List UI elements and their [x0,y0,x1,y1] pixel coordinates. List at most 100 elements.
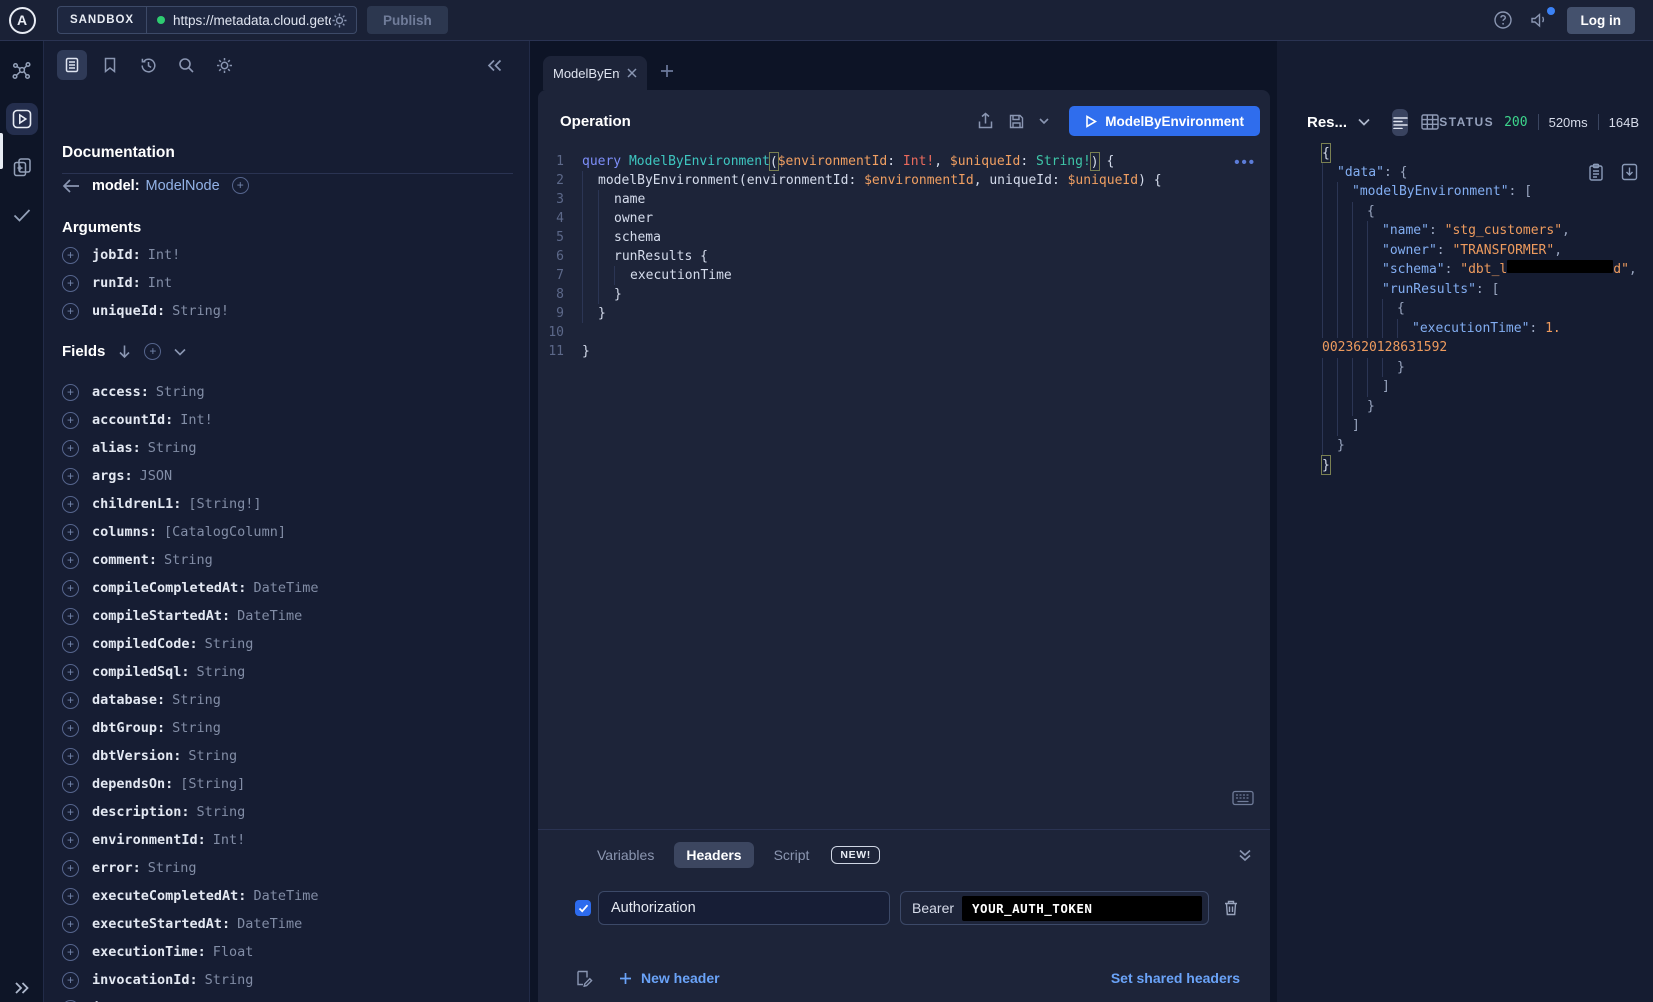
help-icon[interactable] [1493,10,1513,30]
announcements-megaphone-icon[interactable] [1529,10,1551,30]
field-name[interactable]: access: [92,384,149,400]
add-field-icon[interactable]: + [62,860,79,877]
graphql-code-editor[interactable]: 1query ModelByEnvironment($environmentId… [538,152,1230,361]
field-name[interactable]: args: [92,468,133,484]
share-icon[interactable] [977,112,994,130]
field-name[interactable]: jobId: [92,247,141,263]
bookmark-icon[interactable] [95,50,125,80]
endpoint-url-field[interactable]: https://metadata.cloud.getd [147,12,356,29]
header-key-input[interactable] [598,891,890,925]
history-icon[interactable] [133,50,163,80]
field-name[interactable]: comment: [92,552,157,568]
field-type[interactable]: String [197,664,246,680]
header-value-field[interactable]: Bearer YOUR_AUTH_TOKEN [900,891,1209,925]
keyboard-shortcuts-icon[interactable] [1232,790,1254,806]
model-type-link[interactable]: ModelNode [146,178,220,194]
field-type[interactable]: String [172,720,221,736]
add-field-icon[interactable]: + [62,608,79,625]
add-field-icon[interactable]: + [62,832,79,849]
add-field-icon[interactable]: + [62,944,79,961]
field-type[interactable]: Int! [148,247,181,263]
add-field-icon[interactable]: + [62,636,79,653]
login-button[interactable]: Log in [1567,7,1636,34]
field-type[interactable]: String! [172,303,229,319]
delete-header-trash-icon[interactable] [1223,899,1239,917]
sidebar-item-schema-graph[interactable] [6,55,38,87]
tab-variables[interactable]: Variables [585,842,666,868]
field-type[interactable]: JSON [140,468,173,484]
field-name[interactable]: dbtGroup: [92,720,165,736]
field-name[interactable]: dependsOn: [92,776,173,792]
field-type[interactable]: DateTime [237,608,302,624]
save-icon[interactable] [1008,113,1025,130]
field-name[interactable]: executionTime: [92,944,206,960]
field-name[interactable]: uniqueId: [92,303,165,319]
field-type[interactable]: DateTime [237,916,302,932]
add-field-icon[interactable]: + [62,384,79,401]
field-type[interactable]: DateTime [253,580,318,596]
search-icon[interactable] [171,50,201,80]
add-field-icon[interactable]: + [62,692,79,709]
add-field-icon[interactable]: + [62,468,79,485]
field-type[interactable]: String [188,748,237,764]
field-name[interactable]: compileStartedAt: [92,608,230,624]
header-enabled-checkbox[interactable] [575,900,591,916]
field-type[interactable]: String [205,636,254,652]
field-name[interactable]: accountId: [92,412,173,428]
add-field-icon[interactable]: + [62,720,79,737]
field-type[interactable]: String [148,440,197,456]
field-type[interactable]: String [156,384,205,400]
field-type[interactable]: String [197,804,246,820]
response-json-viewer[interactable]: {"data": {"modelByEnvironment": [{"name"… [1322,143,1647,475]
field-name[interactable]: description: [92,804,190,820]
field-name[interactable]: runId: [92,275,141,291]
field-name[interactable]: executeStartedAt: [92,916,230,932]
text-view-toggle[interactable] [1392,109,1408,136]
field-name[interactable]: compileCompletedAt: [92,580,246,596]
close-tab-icon[interactable] [627,68,637,78]
add-field-icon[interactable]: + [62,664,79,681]
response-dropdown-chevron-icon[interactable] [1358,118,1370,126]
add-field-icon[interactable]: + [62,888,79,905]
field-type[interactable]: String [148,860,197,876]
documentation-tab-icon[interactable] [57,50,87,80]
add-field-icon[interactable]: + [62,748,79,765]
field-name[interactable]: childrenL1: [92,496,181,512]
field-type[interactable]: Int! [180,412,213,428]
field-type[interactable]: Int! [213,832,246,848]
back-arrow-icon[interactable] [62,179,80,193]
field-type[interactable]: String [205,972,254,988]
settings-gear-icon[interactable] [209,50,239,80]
operation-tab[interactable]: ModelByEnvi... [543,56,647,90]
set-shared-headers-link[interactable]: Set shared headers [1111,970,1240,986]
field-name[interactable]: compiledCode: [92,636,198,652]
add-field-icon[interactable]: + [62,804,79,821]
field-type[interactable]: String [164,552,213,568]
add-field-icon[interactable]: + [62,247,79,264]
publish-button[interactable]: Publish [367,6,448,34]
sidebar-item-explorer[interactable] [6,103,38,135]
field-type[interactable]: [CatalogColumn] [164,524,286,540]
sidebar-item-checks[interactable] [6,199,38,231]
collapse-docs-panel-button[interactable] [486,58,503,73]
table-view-toggle[interactable] [1421,114,1439,130]
field-name[interactable]: environmentId: [92,832,206,848]
field-type[interactable]: [String!] [188,496,261,512]
add-field-icon[interactable]: + [232,177,249,194]
more-options-button[interactable]: ••• [1234,154,1256,171]
tab-script[interactable]: Script [762,842,822,868]
field-name[interactable]: alias: [92,440,141,456]
chevron-down-icon[interactable] [174,348,186,356]
field-type[interactable]: String [172,692,221,708]
field-name[interactable]: executeCompletedAt: [92,888,246,904]
field-type[interactable]: Float [213,944,254,960]
field-type[interactable]: DateTime [253,888,318,904]
field-name[interactable]: compiledSql: [92,664,190,680]
run-operation-button[interactable]: ModelByEnvironment [1069,106,1260,136]
new-header-button[interactable]: New header [619,970,720,986]
field-name[interactable]: columns: [92,524,157,540]
sort-down-arrow-icon[interactable] [118,344,131,359]
add-field-icon[interactable]: + [62,580,79,597]
field-name[interactable]: error: [92,860,141,876]
sidebar-item-changelog[interactable] [6,151,38,183]
